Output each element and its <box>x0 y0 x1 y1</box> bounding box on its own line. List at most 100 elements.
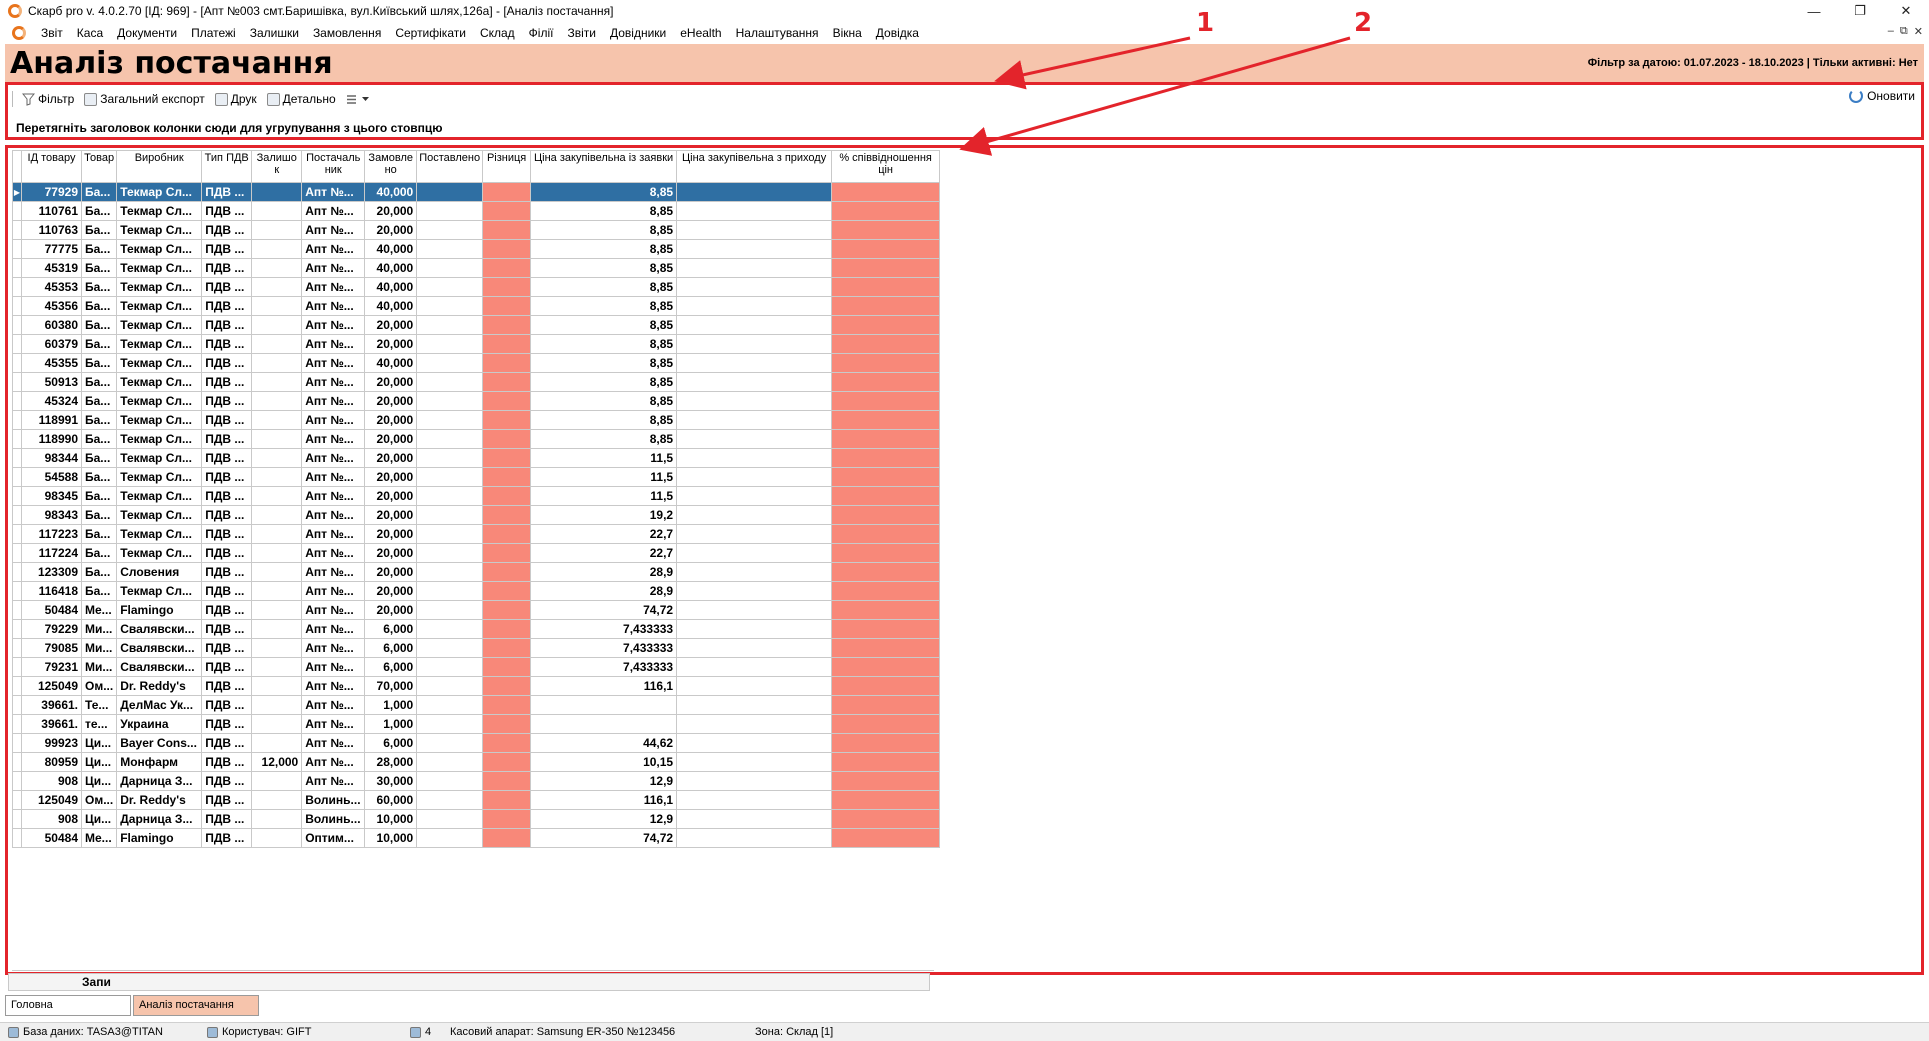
table-cell[interactable] <box>416 334 484 354</box>
table-cell[interactable] <box>251 733 303 753</box>
table-cell[interactable]: 117223 <box>21 524 82 544</box>
table-cell[interactable]: 12,9 <box>530 809 678 829</box>
table-cell[interactable] <box>416 201 484 221</box>
table-cell[interactable]: Ба... <box>80 334 118 354</box>
table-cell[interactable]: ПДВ ... <box>201 828 253 848</box>
table-cell[interactable]: 20,000 <box>364 524 418 544</box>
table-cell[interactable] <box>482 638 532 658</box>
table-cell[interactable] <box>416 448 484 468</box>
table-cell[interactable]: 10,000 <box>364 809 418 829</box>
refresh-button[interactable]: Оновити <box>1849 89 1915 103</box>
table-cell[interactable] <box>831 277 941 297</box>
table-cell[interactable]: Dr. Reddy's <box>116 790 203 810</box>
menu-item-sertyfikaty[interactable]: Сертифікати <box>388 26 473 40</box>
layout-dropdown-button[interactable] <box>343 94 372 105</box>
table-cell[interactable]: Украина <box>116 714 203 734</box>
table-cell[interactable]: Ба... <box>80 562 118 582</box>
table-cell[interactable] <box>482 372 532 392</box>
table-cell[interactable] <box>676 258 833 278</box>
table-cell[interactable] <box>251 353 303 373</box>
table-cell[interactable]: 7,433333 <box>530 619 678 639</box>
table-cell[interactable] <box>482 581 532 601</box>
table-cell[interactable]: 20,000 <box>364 391 418 411</box>
table-cell[interactable] <box>676 372 833 392</box>
table-cell[interactable] <box>676 239 833 259</box>
table-cell[interactable] <box>251 201 303 221</box>
table-cell[interactable]: ПДВ ... <box>201 638 253 658</box>
row-indicator[interactable] <box>12 277 22 297</box>
table-cell[interactable] <box>416 562 484 582</box>
table-cell[interactable]: Апт №... <box>301 315 366 335</box>
menu-item-zvity[interactable]: Звіти <box>560 26 603 40</box>
table-cell[interactable]: 6,000 <box>364 657 418 677</box>
table-cell[interactable]: 45353 <box>21 277 82 297</box>
table-cell[interactable]: 44,62 <box>530 733 678 753</box>
table-row[interactable]: 118991 Ба... Текмар Сл... ПДВ ... Апт №... 20… <box>12 410 941 430</box>
table-cell[interactable] <box>482 676 532 696</box>
table-cell[interactable]: Текмар Сл... <box>116 372 203 392</box>
table-cell[interactable]: ПДВ ... <box>201 733 253 753</box>
table-row[interactable]: 125049 Ом... Dr. Reddy's ПДВ ... Апт №... 70,… <box>12 676 941 696</box>
menu-item-zalyshky[interactable]: Залишки <box>243 26 306 40</box>
table-cell[interactable]: ПДВ ... <box>201 239 253 259</box>
table-cell[interactable] <box>831 524 941 544</box>
detail-button[interactable]: Детально <box>264 92 339 106</box>
table-cell[interactable]: 54588 <box>21 467 82 487</box>
table-cell[interactable]: 8,85 <box>530 239 678 259</box>
row-indicator[interactable] <box>12 752 22 772</box>
table-cell[interactable]: Ци... <box>80 809 118 829</box>
table-cell[interactable] <box>416 296 484 316</box>
table-cell[interactable] <box>831 790 941 810</box>
row-indicator[interactable] <box>12 505 22 525</box>
table-cell[interactable]: ПДВ ... <box>201 809 253 829</box>
table-cell[interactable]: 116,1 <box>530 676 678 696</box>
column-header[interactable]: % співвідношення цін <box>831 150 941 183</box>
table-cell[interactable]: Dr. Reddy's <box>116 676 203 696</box>
table-cell[interactable]: 8,85 <box>530 201 678 221</box>
table-cell[interactable] <box>831 258 941 278</box>
table-cell[interactable] <box>251 714 303 734</box>
table-cell[interactable]: 1,000 <box>364 695 418 715</box>
row-indicator[interactable] <box>12 220 22 240</box>
table-row[interactable]: 110761 Ба... Текмар Сл... ПДВ ... Апт №... 20… <box>12 201 941 221</box>
table-cell[interactable] <box>831 201 941 221</box>
table-cell[interactable]: Ме... <box>80 600 118 620</box>
table-cell[interactable]: 8,85 <box>530 220 678 240</box>
table-cell[interactable]: 908 <box>21 809 82 829</box>
table-cell[interactable] <box>251 600 303 620</box>
table-cell[interactable] <box>416 182 484 202</box>
table-cell[interactable]: 20,000 <box>364 429 418 449</box>
table-cell[interactable]: Bayer Cons... <box>116 733 203 753</box>
table-cell[interactable]: 28,9 <box>530 562 678 582</box>
table-cell[interactable] <box>416 410 484 430</box>
table-cell[interactable]: 98343 <box>21 505 82 525</box>
table-cell[interactable] <box>482 182 532 202</box>
row-indicator[interactable] <box>12 239 22 259</box>
table-cell[interactable]: Ба... <box>80 258 118 278</box>
row-indicator[interactable] <box>12 201 22 221</box>
table-cell[interactable]: 12,000 <box>251 752 303 772</box>
table-cell[interactable] <box>251 638 303 658</box>
maximize-button[interactable]: ❐ <box>1837 0 1883 22</box>
table-cell[interactable] <box>676 695 833 715</box>
table-row[interactable]: 116418 Ба... Текмар Сл... ПДВ ... Апт №... 20… <box>12 581 941 601</box>
table-cell[interactable]: 20,000 <box>364 410 418 430</box>
table-cell[interactable]: ПДВ ... <box>201 220 253 240</box>
table-cell[interactable]: Ба... <box>80 448 118 468</box>
table-cell[interactable] <box>831 353 941 373</box>
row-indicator[interactable] <box>12 695 22 715</box>
table-cell[interactable]: Апт №... <box>301 277 366 297</box>
table-cell[interactable]: ПДВ ... <box>201 391 253 411</box>
table-cell[interactable]: 20,000 <box>364 334 418 354</box>
table-cell[interactable]: Апт №... <box>301 410 366 430</box>
column-header[interactable]: ІД товару <box>21 150 82 183</box>
table-cell[interactable] <box>831 638 941 658</box>
table-cell[interactable]: 45324 <box>21 391 82 411</box>
table-cell[interactable]: Дарница З... <box>116 771 203 791</box>
table-cell[interactable] <box>831 448 941 468</box>
table-cell[interactable]: 6,000 <box>364 733 418 753</box>
table-cell[interactable] <box>416 695 484 715</box>
table-cell[interactable]: Свалявски... <box>116 657 203 677</box>
table-row[interactable]: 79229 Ми... Свалявски... ПДВ ... Апт №... 6,0… <box>12 619 941 639</box>
column-header[interactable]: Ціна закупівельна із заявки <box>530 150 678 183</box>
